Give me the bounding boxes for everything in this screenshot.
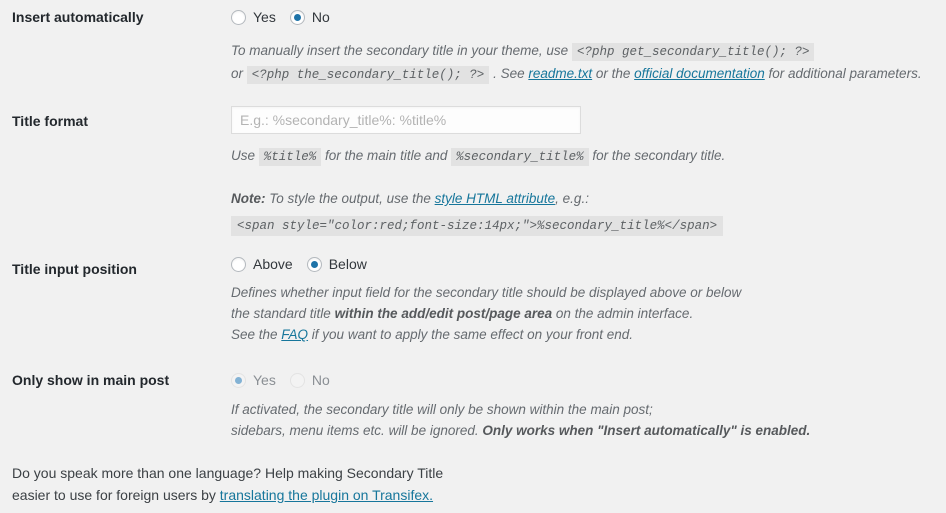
- desc-text: sidebars, menu items etc. will be ignore…: [231, 423, 483, 438]
- inline-code: <?php get_secondary_title(); ?>: [571, 43, 815, 61]
- desc-text: for the main title and: [321, 148, 452, 163]
- radio-option-insert-automatically-yes[interactable]: Yes: [231, 9, 276, 25]
- radio-option-label: Yes: [253, 9, 276, 25]
- desc-text: for the secondary title.: [588, 148, 726, 163]
- inline-code: %title%: [258, 148, 322, 166]
- desc-emphasis: Only works when "Insert automatically" i…: [482, 423, 811, 438]
- setting-field-only-show-in-main-post: Yes No If activated, the secondary title…: [231, 369, 810, 441]
- setting-field-title-input-position: Above Below Defines whether input field …: [231, 253, 741, 345]
- setting-label-title-format: Title format: [12, 113, 88, 129]
- radio-option-only-show-in-main-post-yes[interactable]: Yes: [231, 372, 276, 388]
- link-translate-on-transifex[interactable]: translating the plugin on Transifex.: [220, 487, 433, 503]
- setting-description-line: sidebars, menu items etc. will be ignore…: [231, 420, 810, 441]
- footer-line-1: Do you speak more than one language? Hel…: [12, 465, 444, 481]
- desc-text: Defines whether input field for the seco…: [231, 285, 742, 300]
- radio-group-insert-automatically: Yes No: [231, 6, 922, 28]
- desc-text: or: [231, 66, 247, 81]
- radio-option-title-input-position-below[interactable]: Below: [306, 256, 367, 272]
- setting-description-line: Note: To style the output, use the style…: [231, 188, 725, 209]
- radio-group-only-show-in-main-post: Yes No: [231, 369, 810, 391]
- desc-text: or the: [592, 66, 635, 81]
- footer-line-2-prefix: easier to use for foreign users by: [12, 487, 220, 503]
- radio-option-label: No: [311, 9, 330, 25]
- radio-icon-unchecked[interactable]: [231, 9, 246, 25]
- link-readme-txt[interactable]: readme.txt: [528, 66, 592, 81]
- desc-text: , e.g.:: [555, 191, 589, 206]
- desc-text: if you want to apply the same effect on …: [308, 327, 633, 342]
- footer-line-2: easier to use for foreign users by trans…: [12, 484, 443, 506]
- code-block-span-example: <span style="color:red;font-size:14px;">…: [231, 216, 724, 236]
- footer-translation-note: Do you speak more than one language? Hel…: [12, 462, 443, 506]
- radio-option-label: Below: [328, 256, 367, 272]
- radio-icon-checked[interactable]: [306, 256, 322, 272]
- link-official-documentation[interactable]: official documentation: [634, 66, 765, 81]
- desc-text: . See: [489, 66, 529, 81]
- desc-text: for additional parameters.: [764, 66, 922, 81]
- radio-icon-unchecked-disabled[interactable]: [289, 372, 305, 388]
- setting-description-line: Use %title% for the main title and %seco…: [231, 145, 725, 168]
- desc-text: the standard title: [231, 306, 335, 321]
- setting-description-line: If activated, the secondary title will o…: [231, 399, 810, 420]
- desc-note-label: Note:: [231, 191, 266, 206]
- secondary-title-settings-page: Insert automatically Yes No To manually …: [0, 0, 946, 513]
- radio-option-only-show-in-main-post-no[interactable]: No: [289, 372, 330, 388]
- setting-label-title-input-position: Title input position: [12, 261, 137, 277]
- setting-label-only-show-in-main-post: Only show in main post: [12, 372, 170, 388]
- inline-code: <?php the_secondary_title(); ?>: [246, 66, 490, 84]
- radio-option-title-input-position-above[interactable]: Above: [231, 256, 293, 272]
- desc-text: on the admin interface.: [552, 306, 694, 321]
- desc-text: Use: [231, 148, 259, 163]
- desc-text: To manually insert the secondary title i…: [231, 43, 572, 58]
- radio-option-label: No: [311, 372, 330, 388]
- setting-description-line: <span style="color:red;font-size:14px;">…: [231, 216, 725, 236]
- title-format-input[interactable]: [231, 106, 581, 134]
- radio-icon-checked[interactable]: [289, 9, 305, 25]
- radio-option-label: Yes: [253, 372, 276, 388]
- setting-description-line: the standard title within the add/edit p…: [231, 303, 741, 324]
- link-style-html-attribute[interactable]: style HTML attribute: [435, 191, 556, 206]
- radio-icon-checked-disabled[interactable]: [231, 372, 246, 388]
- desc-text: See the: [231, 327, 282, 342]
- desc-text: If activated, the secondary title will o…: [231, 402, 653, 417]
- setting-description-line: or <?php the_secondary_title(); ?> . See…: [231, 63, 922, 86]
- desc-emphasis: within the add/edit post/page area: [334, 306, 553, 321]
- radio-icon-unchecked[interactable]: [231, 256, 246, 272]
- setting-label-insert-automatically: Insert automatically: [12, 9, 144, 25]
- setting-description-line: See the FAQ if you want to apply the sam…: [231, 324, 741, 345]
- radio-group-title-input-position: Above Below: [231, 253, 741, 275]
- setting-field-title-format: Use %title% for the main title and %seco…: [231, 106, 725, 236]
- radio-option-insert-automatically-no[interactable]: No: [289, 9, 330, 25]
- desc-text: To style the output, use the: [265, 191, 435, 206]
- inline-code: %secondary_title%: [451, 148, 589, 166]
- setting-description-line: To manually insert the secondary title i…: [231, 40, 922, 63]
- setting-field-insert-automatically: Yes No To manually insert the secondary …: [231, 6, 922, 86]
- radio-option-label: Above: [253, 256, 293, 272]
- link-faq[interactable]: FAQ: [281, 327, 308, 342]
- setting-description-line: Defines whether input field for the seco…: [231, 282, 741, 303]
